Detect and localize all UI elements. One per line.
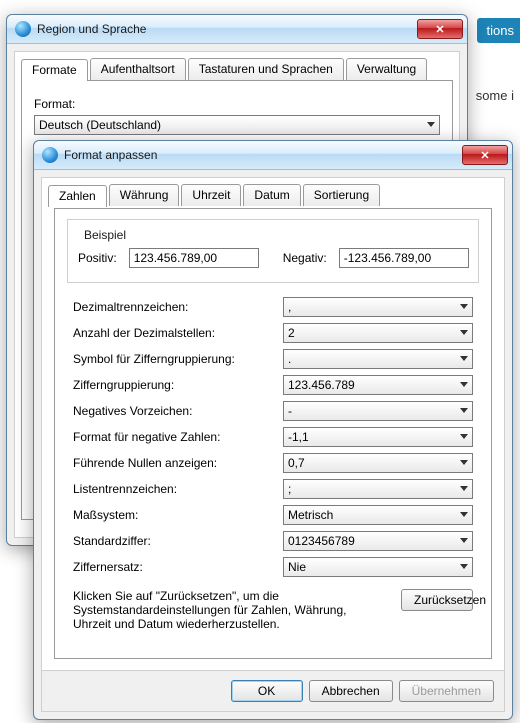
tab-formate[interactable]: Formate [21, 59, 88, 81]
parent-titlebar: Region und Sprache ✕ [7, 15, 467, 44]
child-title: Format anpassen [64, 148, 462, 162]
tab-uhrzeit[interactable]: Uhrzeit [181, 184, 241, 206]
measurement-select[interactable]: Metrisch [283, 505, 473, 525]
child-body: Zahlen Währung Uhrzeit Datum Sortierung … [41, 177, 505, 712]
tab-verwaltung[interactable]: Verwaltung [346, 58, 427, 80]
decimal-separator-select[interactable]: , [283, 297, 473, 317]
native-digits-select[interactable]: 0123456789 [283, 531, 473, 551]
row-negative-sign: Negatives Vorzeichen:- [73, 401, 473, 421]
child-titlebar: Format anpassen ✕ [34, 141, 512, 170]
reset-hint: Klicken Sie auf "Zurücksetzen", um die S… [73, 589, 365, 631]
tab-datum[interactable]: Datum [243, 184, 300, 206]
child-tabs: Zahlen Währung Uhrzeit Datum Sortierung [42, 178, 504, 206]
decimal-places-select[interactable]: 2 [283, 323, 473, 343]
parent-tabs: Formate Aufenthaltsort Tastaturen und Sp… [15, 52, 459, 80]
group-symbol-select[interactable]: . [283, 349, 473, 369]
row-native-digits: Standardziffer:0123456789 [73, 531, 473, 551]
tab-zahlen[interactable]: Zahlen [48, 185, 107, 207]
example-legend: Beispiel [80, 228, 130, 242]
settings-rows: Dezimaltrennzeichen:, Anzahl der Dezimal… [67, 297, 479, 577]
leading-zero-select[interactable]: 0,7 [283, 453, 473, 473]
child-tabpanel: Beispiel Positiv: Negativ: Dezimaltrennz… [54, 208, 492, 659]
globe-icon [42, 147, 58, 163]
row-negative-format: Format für negative Zahlen:-1,1 [73, 427, 473, 447]
tab-aufenthaltsort[interactable]: Aufenthaltsort [90, 58, 186, 80]
background-button-fragment: tions [477, 18, 520, 43]
format-select[interactable]: Deutsch (Deutschland) [34, 115, 440, 135]
format-label: Format: [34, 97, 440, 111]
negative-format-select[interactable]: -1,1 [283, 427, 473, 447]
child-footer: OK Abbrechen Übernehmen [42, 670, 504, 711]
negative-value [339, 248, 469, 268]
tab-sortierung[interactable]: Sortierung [303, 184, 380, 206]
row-digit-grouping: Zifferngruppierung:123.456.789 [73, 375, 473, 395]
digit-subst-select[interactable]: Nie [283, 557, 473, 577]
apply-button[interactable]: Übernehmen [399, 680, 494, 702]
row-group-symbol: Symbol für Zifferngruppierung:. [73, 349, 473, 369]
row-decimal-places: Anzahl der Dezimalstellen:2 [73, 323, 473, 343]
tab-tastaturen[interactable]: Tastaturen und Sprachen [188, 58, 344, 80]
ok-button[interactable]: OK [231, 680, 303, 702]
row-digit-subst: Ziffernersatz:Nie [73, 557, 473, 577]
positive-value [129, 248, 259, 268]
child-close-button[interactable]: ✕ [462, 145, 508, 165]
parent-close-button[interactable]: ✕ [417, 19, 463, 39]
child-window: Format anpassen ✕ Zahlen Währung Uhrzeit… [33, 140, 513, 720]
negative-sign-select[interactable]: - [283, 401, 473, 421]
globe-icon [15, 21, 31, 37]
example-fieldset: Beispiel Positiv: Negativ: [67, 219, 479, 283]
list-separator-select[interactable]: ; [283, 479, 473, 499]
cancel-button[interactable]: Abbrechen [309, 680, 393, 702]
tab-waehrung[interactable]: Währung [109, 184, 180, 206]
background-text-fragment: some i [476, 88, 514, 103]
positive-label: Positiv: [78, 251, 117, 265]
row-measurement: Maßsystem:Metrisch [73, 505, 473, 525]
parent-title: Region und Sprache [37, 22, 417, 36]
digit-grouping-select[interactable]: 123.456.789 [283, 375, 473, 395]
row-leading-zeroes: Führende Nullen anzeigen:0,7 [73, 453, 473, 473]
reset-button[interactable]: Zurücksetzen [401, 589, 473, 611]
negative-label: Negativ: [283, 251, 327, 265]
row-list-separator: Listentrennzeichen:; [73, 479, 473, 499]
row-decimal-separator: Dezimaltrennzeichen:, [73, 297, 473, 317]
